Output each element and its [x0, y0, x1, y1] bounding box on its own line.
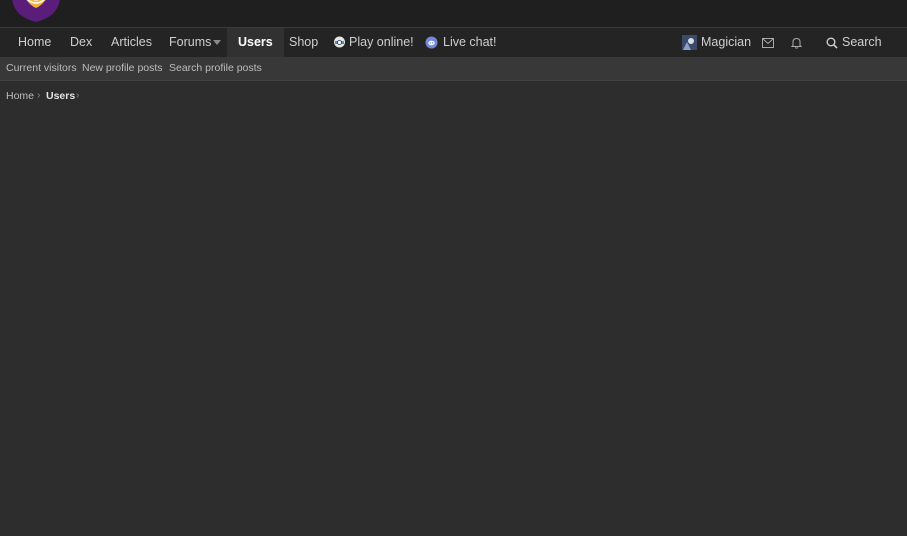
- subnav-new-profile-posts[interactable]: New profile posts: [82, 57, 163, 80]
- main-nav: Home Dex Articles Forums Users Shop Play…: [0, 28, 907, 57]
- nav-dex[interactable]: Dex: [70, 28, 92, 57]
- nav-play-online[interactable]: Play online!: [349, 28, 414, 57]
- nav-shop[interactable]: Shop: [289, 28, 318, 57]
- showdown-icon: [334, 36, 345, 48]
- breadcrumb-users[interactable]: Users: [46, 89, 75, 103]
- nav-search[interactable]: Search: [842, 28, 882, 57]
- chevron-right-icon: ›: [76, 90, 80, 101]
- bell-icon[interactable]: [791, 37, 802, 49]
- breadcrumb-home[interactable]: Home: [6, 89, 34, 103]
- subnav-search-profile-posts[interactable]: Search profile posts: [169, 57, 262, 80]
- site-logo[interactable]: [8, 0, 64, 22]
- sub-nav: Current visitors New profile posts Searc…: [0, 57, 907, 81]
- subnav-current-visitors[interactable]: Current visitors: [6, 57, 77, 80]
- nav-live-chat[interactable]: Live chat!: [443, 28, 497, 57]
- site-header: [0, 0, 907, 28]
- search-icon[interactable]: [826, 37, 838, 49]
- avatar[interactable]: [682, 35, 697, 50]
- forums-dropdown-icon[interactable]: [213, 40, 221, 45]
- nav-forums[interactable]: Forums: [169, 28, 211, 57]
- envelope-icon[interactable]: [762, 38, 774, 48]
- nav-home[interactable]: Home: [18, 28, 51, 57]
- nav-users[interactable]: Users: [227, 28, 284, 57]
- discord-icon: [425, 36, 438, 49]
- chevron-right-icon: ›: [37, 90, 41, 101]
- nav-articles[interactable]: Articles: [111, 28, 152, 57]
- user-menu[interactable]: Magician: [701, 28, 751, 57]
